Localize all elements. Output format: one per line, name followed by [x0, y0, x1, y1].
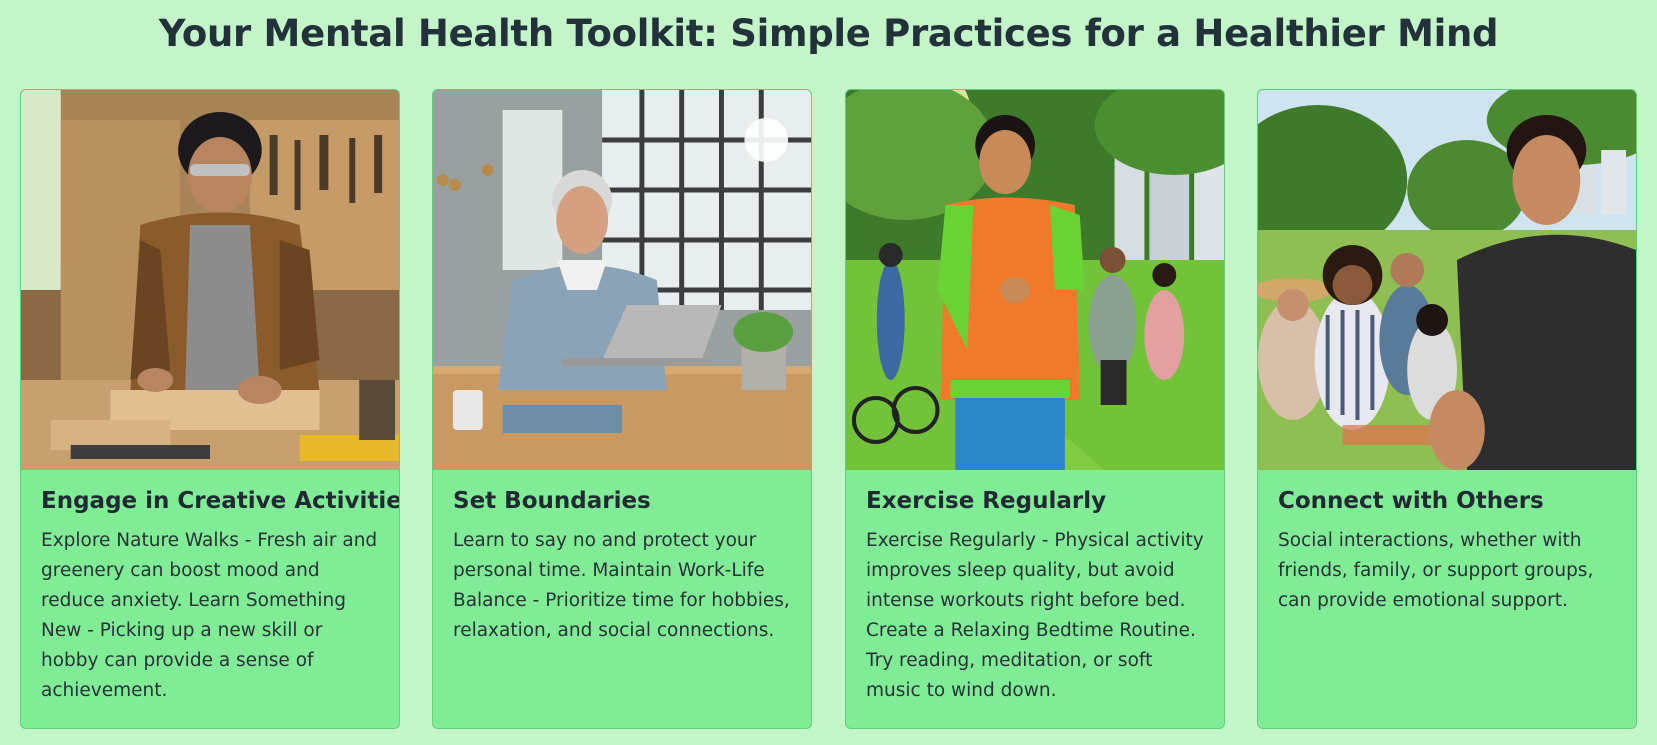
card-text: Explore Nature Walks - Fresh air and gre… — [41, 530, 378, 701]
card-exercise-regularly: Exercise Regularly Exercise Regularly - … — [845, 89, 1225, 729]
office-desk-photo — [433, 90, 811, 470]
park-running-photo — [846, 90, 1224, 470]
card-title: Set Boundaries — [453, 488, 651, 514]
card-set-boundaries: Set Boundaries Learn to say no and prote… — [432, 89, 812, 729]
woodworking-photo — [21, 90, 399, 470]
card-text: Social interactions, whether with friend… — [1278, 530, 1594, 611]
card-text: Exercise Regularly - Physical activity i… — [866, 530, 1204, 701]
card-title: Exercise Regularly — [866, 488, 1107, 514]
card-text: Learn to say no and protect your persona… — [453, 530, 790, 641]
card-creative-activities: Engage in Creative Activities Explore Na… — [20, 89, 400, 729]
card-connect-with-others: Connect with Others Social interactions,… — [1257, 89, 1637, 729]
card-title: Connect with Others — [1278, 488, 1544, 514]
friends-picnic-photo — [1258, 90, 1636, 470]
card-title: Engage in Creative Activities — [41, 488, 400, 514]
page-title: Your Mental Health Toolkit: Simple Pract… — [158, 12, 1499, 55]
